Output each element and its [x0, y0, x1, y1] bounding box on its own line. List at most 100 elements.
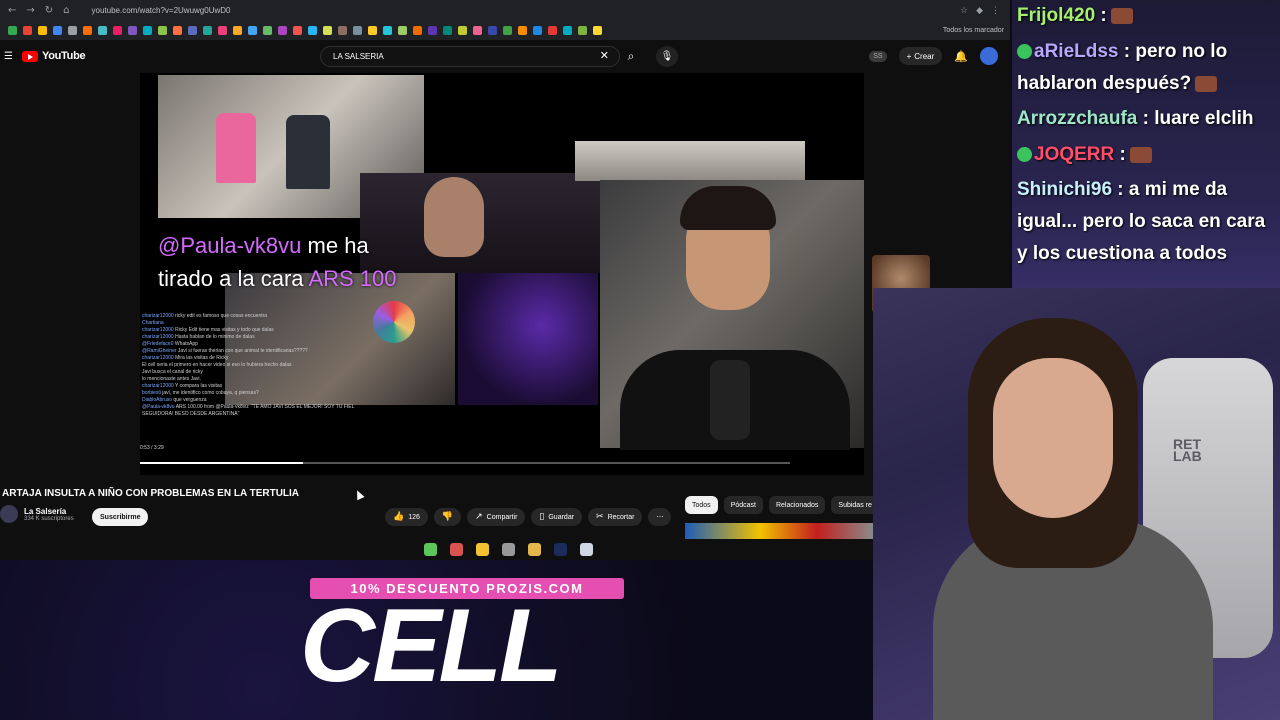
bookmark-icon-19[interactable]	[278, 25, 287, 35]
create-button[interactable]: + Crear	[898, 47, 943, 65]
chat-message: hablaron después?	[1017, 68, 1218, 100]
home-icon[interactable]: ⌂	[63, 5, 69, 16]
bookmark-icon-26[interactable]	[383, 25, 392, 35]
channel-avatar[interactable]	[0, 505, 18, 523]
bookmark-icon-33[interactable]	[488, 25, 497, 35]
video-time: 0:53 / 3:29	[140, 445, 164, 451]
clear-icon[interactable]: ✕	[600, 49, 609, 62]
donation-alert: @Paula-vk8vu me ha tirado a la cara ARS …	[158, 229, 458, 295]
bookmark-icon-16[interactable]	[233, 25, 242, 35]
app-icon-2[interactable]	[450, 543, 463, 556]
bookmark-icon-32[interactable]	[473, 25, 482, 35]
person-pink	[216, 113, 256, 183]
chip-2[interactable]: Relacionados	[768, 496, 826, 514]
bookmark-icon-20[interactable]	[293, 25, 302, 35]
ss-badge[interactable]: SS	[869, 50, 887, 62]
chat-message: Shinichi96 : a mi me da	[1017, 174, 1227, 206]
thumb-down-icon: 👎	[441, 512, 454, 522]
recommended-thumbnail[interactable]	[685, 523, 873, 539]
bookmark-icon-1[interactable]	[8, 25, 17, 35]
bookmark-icon-31[interactable]	[458, 25, 467, 35]
bookmark-icon-2[interactable]	[23, 25, 32, 35]
like-button[interactable]: 👍 126	[385, 508, 428, 526]
bookmark-icon-17[interactable]	[248, 25, 257, 35]
back-icon[interactable]: ←	[8, 5, 16, 16]
bookmark-icon-25[interactable]	[368, 25, 377, 35]
bookmark-icon-12[interactable]	[173, 25, 182, 35]
bookmark-icon-38[interactable]	[563, 25, 572, 35]
app-icon-7[interactable]	[580, 543, 593, 556]
share-button[interactable]: ↗ Compartir	[467, 508, 526, 526]
bookmark-icon-40[interactable]	[593, 25, 602, 35]
bookmark-icon-5[interactable]	[68, 25, 77, 35]
video-progress[interactable]	[140, 462, 790, 464]
search-input[interactable]: LA SALSERIA ✕	[320, 46, 620, 67]
subscribe-button[interactable]: Suscribirme	[92, 508, 149, 526]
bookmark-icon-7[interactable]	[98, 25, 107, 35]
all-bookmarks[interactable]: Todos los marcador	[943, 27, 1010, 34]
forward-icon[interactable]: →	[26, 5, 34, 16]
bookmark-icon-21[interactable]	[308, 25, 317, 35]
bookmark-icon-13[interactable]	[188, 25, 197, 35]
chip-1[interactable]: Pódcast	[723, 496, 763, 514]
bookmark-icon-34[interactable]	[503, 25, 512, 35]
bookmark-icon-27[interactable]	[398, 25, 407, 35]
menu-icon[interactable]: ⋮	[991, 5, 1000, 16]
extensions-icon[interactable]: ◆	[976, 5, 983, 16]
app-icon-4[interactable]	[502, 543, 515, 556]
bookmark-icon-6[interactable]	[83, 25, 92, 35]
bookmark-icon-9[interactable]	[128, 25, 137, 35]
scissors-icon: ✂	[596, 512, 604, 522]
bookmark-icon-39[interactable]	[578, 25, 587, 35]
bookmark-icon-30[interactable]	[443, 25, 452, 35]
video-player[interactable]: @Paula-vk8vu me ha tirado a la cara ARS …	[140, 73, 864, 475]
reload-icon[interactable]: ↻	[45, 5, 53, 16]
star-icon[interactable]: ☆	[960, 5, 968, 16]
chat-text: :	[1114, 144, 1126, 165]
dislike-button[interactable]: 👎	[433, 508, 462, 526]
bookmark-icon-23[interactable]	[338, 25, 347, 35]
chat-username: JOQERR	[1034, 144, 1115, 165]
clip-shelf	[575, 141, 805, 181]
bookmark-icon-37[interactable]	[548, 25, 557, 35]
bookmark-icon-11[interactable]	[158, 25, 167, 35]
share-icon: ↗	[475, 512, 483, 522]
bookmark-icon-3[interactable]	[38, 25, 47, 35]
bookmark-icon-15[interactable]	[218, 25, 227, 35]
channel-name[interactable]: La Salsería	[24, 507, 74, 516]
save-button[interactable]: ▯ Guardar	[531, 508, 583, 526]
chat-emote-icon	[1129, 146, 1152, 163]
bookmark-icon-14[interactable]	[203, 25, 212, 35]
bookmark-icon-4[interactable]	[53, 25, 62, 35]
folder-icon[interactable]	[528, 543, 541, 556]
video-chat-log: charizar12000 ricky edit es famoso que c…	[142, 313, 362, 473]
url-field[interactable]: youtube.com/watch?v=2Uwuwg0UwD0	[92, 6, 231, 15]
bookmark-icon-24[interactable]	[353, 25, 362, 35]
more-button[interactable]: ⋯	[648, 508, 672, 526]
bookmark-icon-10[interactable]	[143, 25, 152, 35]
video-chat-line: charizar12000 ricky edit es famoso que c…	[142, 313, 362, 320]
video-chat-user: DiabloAbruso	[142, 397, 173, 403]
app-icon-1[interactable]	[424, 543, 437, 556]
bookmark-icon-28[interactable]	[413, 25, 422, 35]
search-icon[interactable]: ⌕	[620, 46, 642, 67]
mic-icon[interactable]: 🎙	[656, 46, 678, 67]
youtube-logo[interactable]: YouTube	[22, 50, 86, 62]
clip-button[interactable]: ✂ Recortar	[588, 508, 643, 526]
photoshop-icon[interactable]	[554, 543, 567, 556]
thumb-up-icon: 👍	[393, 512, 405, 522]
video-chat-text: ARS 100.00 from @Paula-vk8vu: "TE AMO JA…	[142, 404, 355, 417]
bookmark-icon-35[interactable]	[518, 25, 527, 35]
chat-username: Arrozzchaufa	[1017, 108, 1138, 129]
chip-3[interactable]: Subidas re	[831, 496, 879, 514]
avatar[interactable]	[980, 47, 998, 65]
bookmark-icon-18[interactable]	[263, 25, 272, 35]
bell-icon[interactable]: 🔔	[954, 50, 968, 63]
chrome-icon[interactable]	[476, 543, 489, 556]
bookmark-icon-29[interactable]	[428, 25, 437, 35]
hamburger-icon[interactable]: ☰	[4, 51, 14, 62]
bookmark-icon-22[interactable]	[323, 25, 332, 35]
chip-0[interactable]: Todos	[685, 496, 718, 514]
bookmark-icon-8[interactable]	[113, 25, 122, 35]
bookmark-icon-36[interactable]	[533, 25, 542, 35]
